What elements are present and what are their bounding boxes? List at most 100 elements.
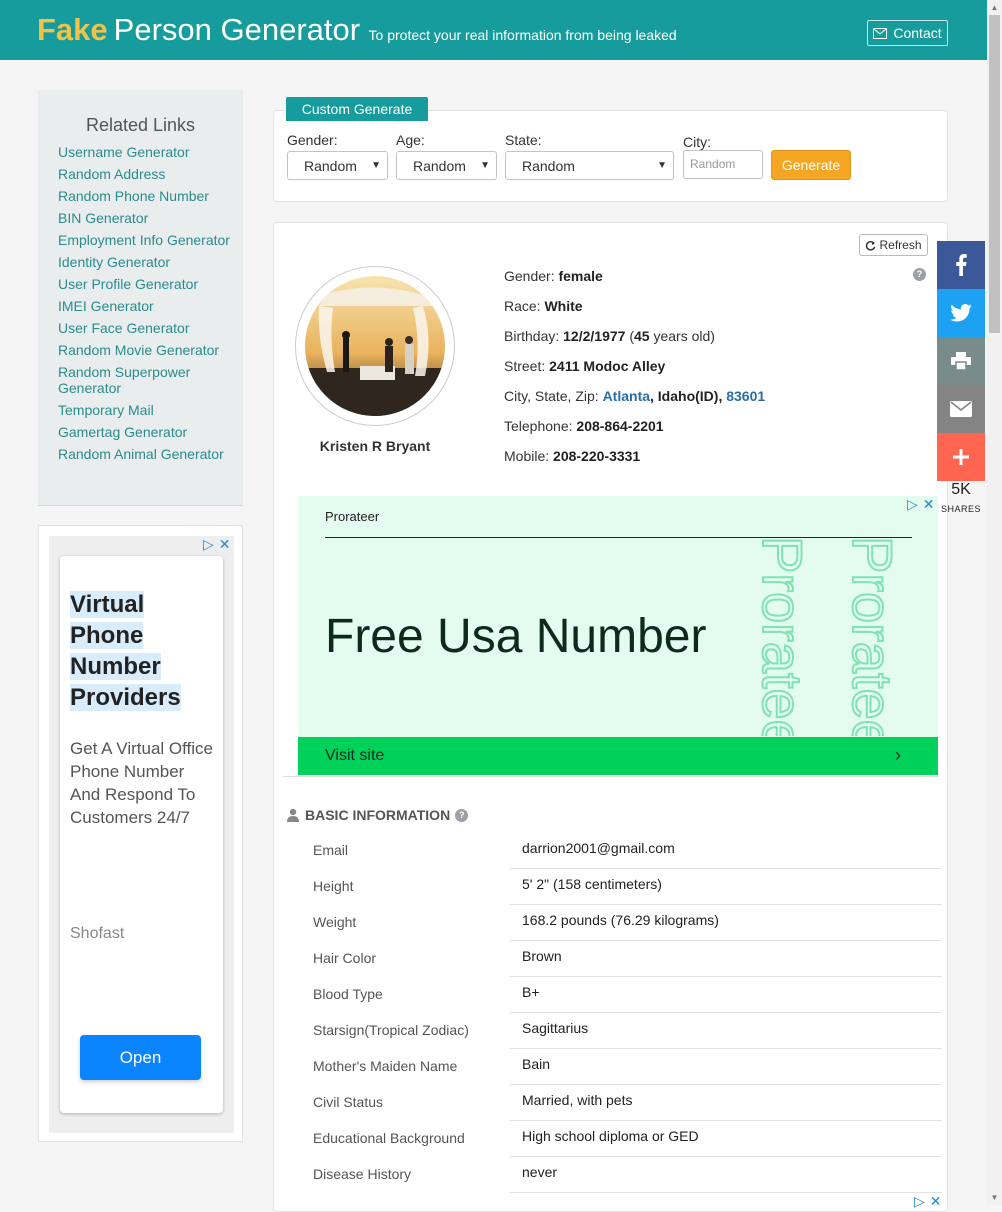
share-count: 5K SHARES bbox=[937, 481, 985, 517]
table-row: Blood Type B+ bbox=[300, 977, 942, 1013]
mobile-info: Mobile: 208-220-3331 bbox=[504, 448, 641, 464]
ad-open-button[interactable]: Open bbox=[80, 1035, 201, 1080]
refresh-label: Refresh bbox=[879, 238, 922, 252]
table-row: Educational Background High school diplom… bbox=[300, 1121, 942, 1157]
more-share-button[interactable] bbox=[937, 433, 985, 481]
ad-choices[interactable]: ▷ ✕ bbox=[914, 1193, 942, 1210]
chevron-down-icon: ▼ bbox=[371, 160, 381, 171]
brand-fake: Fake bbox=[37, 12, 108, 47]
city-state-zip-info: City, State, Zip: Atlanta, Idaho(ID), 83… bbox=[504, 388, 766, 404]
related-link[interactable]: Random Animal Generator bbox=[58, 446, 238, 462]
adchoices-icon[interactable]: ▷ bbox=[907, 496, 918, 513]
related-link[interactable]: Temporary Mail bbox=[58, 402, 238, 418]
state-label: State: bbox=[505, 132, 542, 148]
city-input[interactable]: Random bbox=[683, 150, 763, 179]
print-share-button[interactable] bbox=[937, 337, 985, 385]
visit-site-button[interactable]: Visit site › bbox=[298, 737, 938, 775]
scroll-up-arrow-icon[interactable]: ▲ bbox=[987, 0, 1002, 15]
twitter-share-button[interactable] bbox=[937, 289, 985, 337]
related-link[interactable]: Random Phone Number bbox=[58, 188, 238, 204]
age-select[interactable]: Random ▼ bbox=[396, 151, 497, 180]
related-link[interactable]: IMEI Generator bbox=[58, 298, 238, 314]
envelope-icon bbox=[873, 27, 888, 39]
contact-button[interactable]: Contact bbox=[867, 20, 948, 46]
scrollbar-thumb[interactable] bbox=[989, 15, 1000, 333]
ad-decoration-watermark: Prorateer Prorateer bbox=[750, 536, 905, 736]
ad-choices[interactable]: ▷ ✕ bbox=[203, 536, 231, 553]
ad-headline: Virtual Phone Number Providers bbox=[70, 591, 181, 711]
age-label: Age: bbox=[396, 132, 425, 148]
sidebar-ad-card[interactable]: Virtual Phone Number Providers Get A Vir… bbox=[60, 556, 223, 1113]
brand-tagline: To protect your real information from be… bbox=[368, 27, 677, 43]
related-link[interactable]: Employment Info Generator bbox=[58, 232, 238, 248]
related-link[interactable]: BIN Generator bbox=[58, 210, 238, 226]
ad-close-icon[interactable]: ✕ bbox=[923, 496, 935, 513]
plus-icon bbox=[953, 449, 969, 465]
related-links-panel: Related Links Username Generator Random … bbox=[38, 90, 243, 506]
related-link[interactable]: Random Address bbox=[58, 166, 238, 182]
gender-select[interactable]: Random ▼ bbox=[287, 151, 388, 180]
print-icon bbox=[951, 352, 971, 370]
table-row: Disease History never bbox=[300, 1157, 942, 1193]
ad-advertiser: Prorateer bbox=[325, 509, 380, 524]
related-link[interactable]: Username Generator bbox=[58, 144, 238, 160]
inline-ad[interactable]: Prorateer Prorateer Prorateer Free Usa N… bbox=[298, 496, 938, 775]
city-label: City: bbox=[683, 134, 711, 150]
ad-advertiser: Shofast bbox=[70, 925, 125, 942]
birthday-info: Birthday: 12/2/1977 (45 years old) bbox=[504, 328, 715, 344]
gender-info: Gender: female bbox=[504, 268, 603, 284]
email-icon bbox=[950, 401, 972, 417]
ad-watermark-text-1: Prorateer bbox=[751, 536, 814, 736]
facebook-share-button[interactable] bbox=[937, 241, 985, 289]
help-icon[interactable]: ? bbox=[913, 268, 926, 281]
table-row: Email darrion2001@gmail.com bbox=[300, 833, 942, 869]
visit-site-label: Visit site bbox=[325, 747, 385, 764]
ad-watermark-text-2: Prorateer bbox=[841, 536, 904, 736]
table-row: Mother's Maiden Name Bain bbox=[300, 1049, 942, 1085]
table-row: Weight 168.2 pounds (76.29 kilograms) bbox=[300, 905, 942, 941]
state-select[interactable]: Random ▼ bbox=[505, 151, 674, 180]
city-link[interactable]: Atlanta bbox=[603, 388, 650, 404]
related-link[interactable]: Random Superpower Generator bbox=[58, 364, 208, 396]
related-link[interactable]: Gamertag Generator bbox=[58, 424, 238, 440]
email-share-button[interactable] bbox=[937, 385, 985, 433]
table-row: Starsign(Tropical Zodiac) Sagittarius bbox=[300, 1013, 942, 1049]
site-header: Fake Person Generator To protect your rea… bbox=[0, 0, 987, 60]
chevron-right-icon: › bbox=[895, 745, 901, 765]
ad-choices[interactable]: ▷ ✕ bbox=[907, 496, 935, 513]
avatar-photo bbox=[305, 276, 445, 416]
adchoices-icon[interactable]: ▷ bbox=[203, 536, 214, 553]
share-bar bbox=[937, 241, 985, 481]
brand-title: Person Generator bbox=[113, 12, 361, 47]
chevron-down-icon: ▼ bbox=[480, 160, 490, 171]
table-row: Height 5' 2" (158 centimeters) bbox=[300, 869, 942, 905]
user-icon bbox=[287, 808, 299, 822]
sidebar-ad[interactable]: ▷ ✕ Virtual Phone Number Providers Get A … bbox=[38, 525, 243, 1142]
share-count-number: 5K bbox=[951, 481, 971, 498]
related-link[interactable]: User Face Generator bbox=[58, 320, 238, 336]
gender-label: Gender: bbox=[287, 132, 338, 148]
related-links-title: Related Links bbox=[85, 115, 196, 135]
page-scrollbar[interactable]: ▲ ▼ bbox=[987, 0, 1002, 1205]
related-link[interactable]: Identity Generator bbox=[58, 254, 238, 270]
ad-close-icon[interactable]: ✕ bbox=[930, 1193, 942, 1210]
site-logo[interactable]: Fake Person Generator To protect your rea… bbox=[37, 12, 677, 48]
race-info: Race: White bbox=[504, 298, 583, 314]
refresh-button[interactable]: Refresh bbox=[859, 234, 928, 256]
help-icon[interactable]: ? bbox=[455, 808, 469, 822]
related-link[interactable]: User Profile Generator bbox=[58, 276, 238, 292]
ad-description: Get A Virtual Office Phone Number And Re… bbox=[70, 739, 214, 827]
zip-link[interactable]: 83601 bbox=[726, 388, 765, 404]
tab-custom-generate[interactable]: Custom Generate bbox=[286, 97, 428, 121]
related-link[interactable]: Random Movie Generator bbox=[58, 342, 238, 358]
scroll-down-arrow-icon[interactable]: ▼ bbox=[987, 1190, 1002, 1205]
twitter-icon bbox=[950, 304, 972, 322]
refresh-icon bbox=[866, 240, 876, 251]
ad-headline: Free Usa Number bbox=[325, 610, 707, 663]
sidebar-ad-frame: ▷ ✕ Virtual Phone Number Providers Get A … bbox=[49, 536, 234, 1133]
generate-button[interactable]: Generate bbox=[771, 150, 851, 180]
ad-close-icon[interactable]: ✕ bbox=[219, 536, 231, 553]
adchoices-icon[interactable]: ▷ bbox=[914, 1193, 925, 1210]
facebook-icon bbox=[956, 254, 967, 276]
share-count-label: SHARES bbox=[940, 504, 981, 514]
